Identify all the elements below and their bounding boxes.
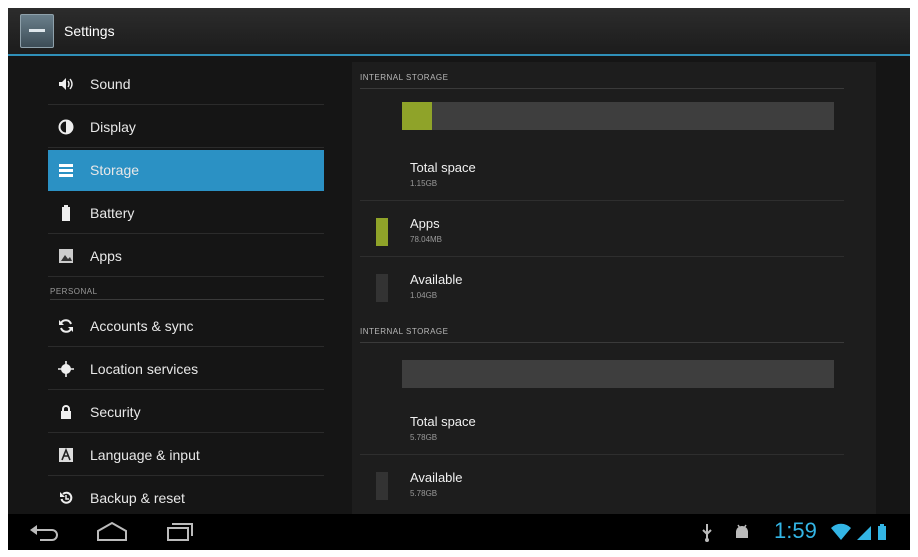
- available-value: 1.04GB: [410, 291, 438, 300]
- apps-row[interactable]: Apps 78.04MB: [360, 206, 844, 257]
- lock-icon: [58, 404, 74, 420]
- app-title: Settings: [64, 23, 115, 39]
- available-color-swatch: [376, 472, 388, 500]
- total-space-row[interactable]: Total space 1.15GB: [360, 150, 844, 201]
- display-brightness-icon: [58, 119, 74, 135]
- available-row[interactable]: Available 1.04GB: [360, 262, 844, 312]
- language-icon: [58, 447, 74, 463]
- menu-item-apps[interactable]: Apps: [48, 236, 324, 277]
- total-space-label: Total space: [410, 414, 476, 429]
- apps-label: Apps: [410, 216, 440, 231]
- menu-item-label: Apps: [90, 248, 122, 264]
- action-bar: Settings: [8, 8, 910, 56]
- section-header-personal: PERSONAL: [50, 278, 324, 300]
- menu-item-label: Storage: [90, 162, 140, 178]
- menu-item-label: Accounts & sync: [90, 318, 194, 334]
- menu-item-label: Display: [90, 119, 136, 135]
- total-space-value: 1.15GB: [410, 179, 438, 188]
- menu-item-storage[interactable]: Storage: [48, 150, 324, 191]
- storage-icon: [58, 162, 74, 178]
- menu-item-label: Battery: [90, 205, 135, 221]
- menu-item-label: Location services: [90, 361, 199, 377]
- sync-icon: [58, 318, 74, 334]
- storage-panel: INTERNAL STORAGE Total space 1.15GB Apps…: [352, 62, 876, 514]
- menu-item-display[interactable]: Display: [48, 107, 324, 148]
- settings-menu: Sound Display Storage Battery Apps PERSO…: [48, 64, 324, 519]
- storage-section-header: INTERNAL STORAGE: [360, 320, 844, 343]
- menu-item-security[interactable]: Security: [48, 392, 324, 433]
- android-debug-icon: [732, 520, 752, 544]
- storage-usage-bar: [402, 360, 834, 388]
- total-space-label: Total space: [410, 160, 476, 175]
- menu-item-backup-reset[interactable]: Backup & reset: [48, 478, 324, 519]
- menu-item-location-services[interactable]: Location services: [48, 349, 324, 390]
- system-bar: 1:59: [8, 514, 910, 550]
- menu-item-sound[interactable]: Sound: [48, 64, 324, 105]
- back-icon[interactable]: [28, 520, 64, 544]
- menu-item-accounts-sync[interactable]: Accounts & sync: [48, 306, 324, 347]
- wifi-icon: [830, 520, 852, 544]
- settings-app-icon[interactable]: [20, 14, 54, 48]
- total-space-value: 5.78GB: [410, 433, 438, 442]
- menu-item-language-input[interactable]: Language & input: [48, 435, 324, 476]
- backup-icon: [58, 490, 74, 506]
- apps-icon: [58, 248, 74, 264]
- storage-usage-bar: [402, 102, 834, 130]
- signal-icon: [856, 520, 872, 544]
- available-value: 5.78GB: [410, 489, 438, 498]
- battery-status-icon: [876, 520, 888, 544]
- menu-item-label: Language & input: [90, 447, 200, 463]
- location-icon: [58, 361, 74, 377]
- storage-usage-fill: [402, 102, 433, 130]
- tablet-screen: Settings Sound Display Storage Battery A…: [8, 8, 910, 550]
- menu-item-battery[interactable]: Battery: [48, 193, 324, 234]
- battery-icon: [58, 205, 74, 221]
- total-space-row[interactable]: Total space 5.78GB: [360, 404, 844, 455]
- apps-color-swatch: [376, 218, 388, 246]
- usb-icon: [698, 520, 716, 544]
- recent-apps-icon[interactable]: [160, 520, 196, 544]
- menu-item-label: Security: [90, 404, 141, 420]
- status-clock: 1:59: [774, 518, 817, 543]
- available-label: Available: [410, 272, 463, 287]
- available-label: Available: [410, 470, 463, 485]
- apps-value: 78.04MB: [410, 235, 443, 244]
- home-icon[interactable]: [94, 520, 130, 544]
- menu-item-label: Sound: [90, 76, 131, 92]
- available-row[interactable]: Available 5.78GB: [360, 460, 844, 510]
- storage-section-header: INTERNAL STORAGE: [360, 66, 844, 89]
- available-color-swatch: [376, 274, 388, 302]
- menu-item-label: Backup & reset: [90, 490, 185, 506]
- speaker-icon: [58, 76, 74, 92]
